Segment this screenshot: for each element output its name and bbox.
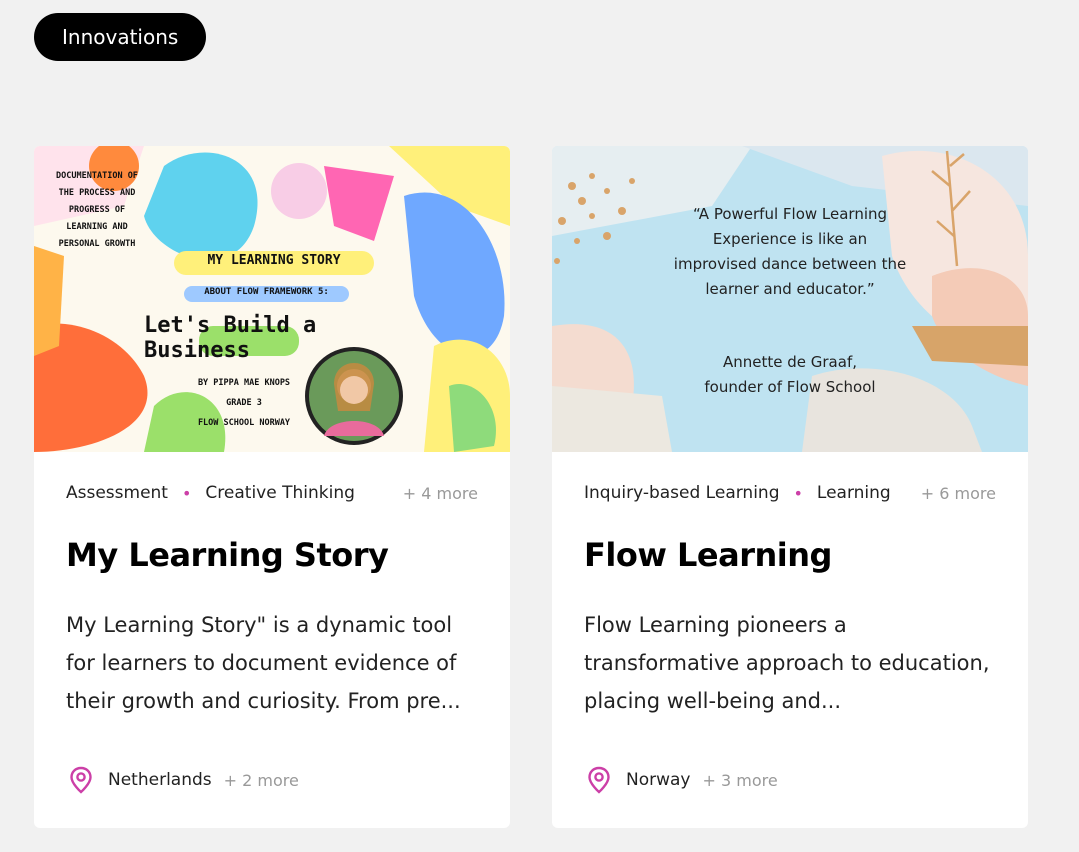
quote-author-role: founder of Flow School [704,378,876,396]
poster-grade: GRADE 3 [226,398,262,408]
poster-byline: BY PIPPA MAE KNOPS [197,378,291,388]
poster-headline: Let's Build a Business [144,313,317,363]
tag[interactable]: Creative Thinking [205,483,354,503]
poster-banner: MY LEARNING STORY [207,253,341,268]
card-tags: Inquiry-based Learning • Learning + 6 mo… [584,483,996,503]
card-description: My Learning Story" is a dynamic tool for… [66,613,461,713]
card-tags: Assessment • Creative Thinking + 4 more [66,483,478,503]
tags-more-count[interactable]: + 4 more [403,484,478,503]
poster-school: FLOW SCHOOL NORWAY [197,418,291,428]
location-more-count[interactable]: + 3 more [703,771,778,790]
poster-doc-caption: DOCUMENTATION OF THE PROCESS AND PROGRES… [56,171,138,249]
card-location: Netherlands + 2 more [68,766,299,794]
location-more-count[interactable]: + 2 more [224,771,299,790]
map-pin-icon [70,766,92,794]
card-location: Norway + 3 more [586,766,778,794]
card-thumbnail: DOCUMENTATION OF THE PROCESS AND PROGRES… [34,146,510,452]
tags-more-count[interactable]: + 6 more [921,484,996,503]
tag[interactable]: Learning [817,483,891,503]
card-thumbnail: “A Powerful Flow Learning Experience is … [552,146,1028,452]
innovation-card[interactable]: “A Powerful Flow Learning Experience is … [552,146,1028,828]
category-pill-innovations[interactable]: Innovations [34,13,207,61]
tag-separator-dot: • [793,483,803,503]
quote-author: Annette de Graaf, founder of Flow School [672,350,908,400]
location-name: Norway [626,770,691,790]
tag[interactable]: Inquiry-based Learning [584,483,779,503]
tag[interactable]: Assessment [66,483,168,503]
innovation-card[interactable]: DOCUMENTATION OF THE PROCESS AND PROGRES… [34,146,510,828]
location-name: Netherlands [108,770,212,790]
poster-sub-banner: ABOUT FLOW FRAMEWORK 5: [204,287,329,297]
map-pin-icon [588,766,610,794]
card-title[interactable]: Flow Learning [584,536,1008,574]
card-title[interactable]: My Learning Story [66,536,490,574]
card-description: Flow Learning pioneers a transformative … [584,613,990,713]
tag-separator-dot: • [181,483,192,503]
quote-author-name: Annette de Graaf, [722,353,857,371]
quote-text: “A Powerful Flow Learning Experience is … [673,205,907,298]
